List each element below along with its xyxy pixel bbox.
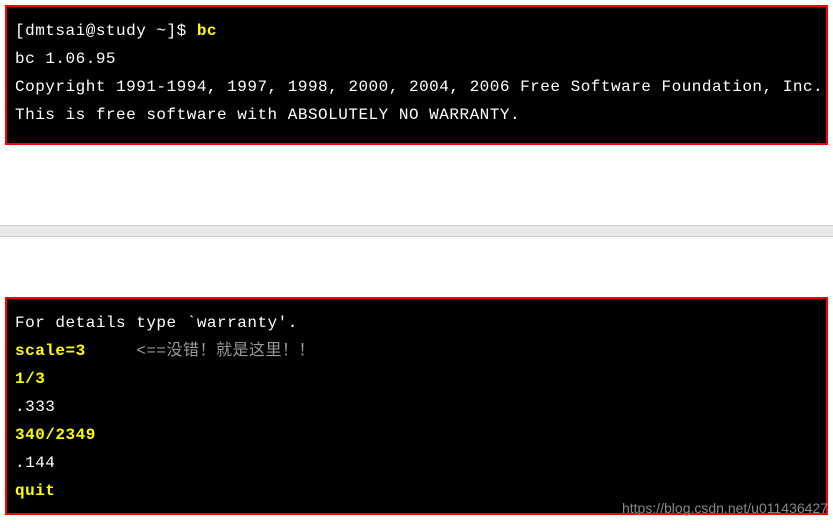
- details-line: For details type `warranty'.: [15, 309, 818, 337]
- bc-output-2: .144: [15, 449, 818, 477]
- annotation-comment: <==没错！就是这里！！: [86, 342, 315, 360]
- warranty-line: This is free software with ABSOLUTELY NO…: [15, 101, 818, 129]
- terminal-output-1: [dmtsai@study ~]$ bc bc 1.06.95 Copyrigh…: [5, 5, 828, 145]
- terminal-output-2: For details type `warranty'. scale=3 <==…: [5, 297, 828, 515]
- terminal-line: scale=3 <==没错！就是这里！！: [15, 337, 818, 365]
- bc-input-div1[interactable]: 1/3: [15, 365, 818, 393]
- copyright-line: Copyright 1991-1994, 1997, 1998, 2000, 2…: [15, 73, 818, 101]
- terminal-line: [dmtsai@study ~]$ bc: [15, 17, 818, 45]
- typed-command[interactable]: bc: [197, 22, 217, 40]
- section-separator: [0, 225, 833, 237]
- bc-input-scale[interactable]: scale=3: [15, 342, 86, 360]
- bc-input-div2[interactable]: 340/2349: [15, 421, 818, 449]
- bc-version-line: bc 1.06.95: [15, 45, 818, 73]
- shell-prompt: [dmtsai@study ~]$: [15, 22, 197, 40]
- bc-output-1: .333: [15, 393, 818, 421]
- watermark-text: https://blog.csdn.net/u011436427: [622, 500, 828, 516]
